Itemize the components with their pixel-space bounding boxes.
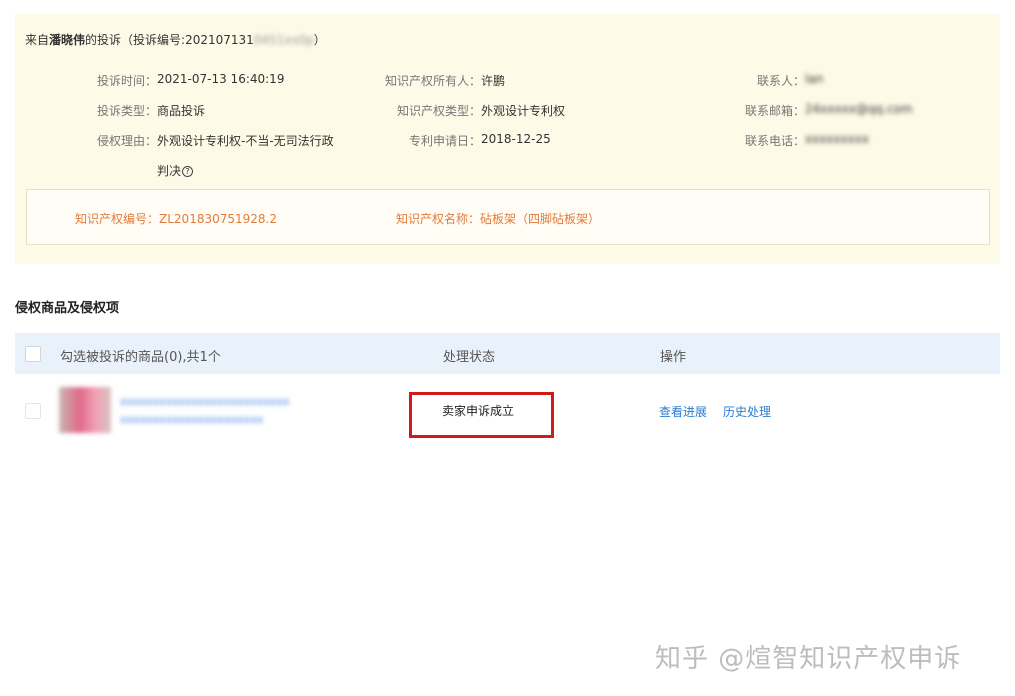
complainant-name: 潘晓伟 (49, 33, 86, 47)
source-close: ） (313, 33, 326, 47)
col-status-header: 处理状态 (443, 350, 496, 365)
ip-owner-label: 知识产权所有人： (384, 74, 481, 88)
complaint-reason-value-cont: 判决? (157, 162, 194, 179)
watermark: 知乎 @煊智知识产权申诉 (655, 644, 962, 674)
product-thumbnail[interactable] (59, 387, 111, 433)
complaint-source-line: 来自潘晓伟的投诉（投诉编号:2021071310451xx0p） (25, 31, 326, 48)
history-link[interactable]: 历史处理 (723, 403, 771, 420)
ip-number-value: ZL201830751928.2 (159, 212, 277, 226)
view-progress-link[interactable]: 查看进展 (659, 403, 707, 420)
source-suffix: 的投诉（投诉编号:202107131 (85, 33, 254, 47)
phone-label: 联系电话： (744, 134, 805, 148)
product-title-line1: xxxxxxxxxxxxxxxxxxxxxxxxxx (120, 395, 290, 408)
contact-label: 联系人： (756, 74, 805, 88)
complaint-time-label: 投诉时间： (96, 74, 157, 88)
row-checkbox[interactable] (25, 403, 41, 419)
col-select-header: 勾选被投诉的商品(0),共1个 (60, 350, 221, 365)
ip-name-label: 知识产权名称： (396, 212, 481, 226)
product-title-link[interactable]: xxxxxxxxxxxxxxxxxxxxxxxxxx xxxxxxxxxxxxx… (120, 393, 320, 429)
complaint-reason-label: 侵权理由： (96, 134, 157, 148)
patent-date-value: 2018-12-25 (481, 132, 551, 146)
table-header: 勾选被投诉的商品(0),共1个 处理状态 操作 (15, 333, 1000, 374)
email-label: 联系邮箱： (744, 104, 805, 118)
ip-number-label: 知识产权编号： (75, 212, 160, 226)
complaint-type-label: 投诉类型： (96, 104, 157, 118)
source-prefix: 来自 (25, 33, 50, 47)
complaint-time-value: 2021-07-13 16:40:19 (157, 72, 285, 86)
ip-name-value: 砧板架（四脚砧板架） (480, 212, 601, 226)
contact-value: lan (805, 72, 824, 86)
ip-type-label: 知识产权类型： (396, 104, 481, 118)
help-icon[interactable]: ? (182, 166, 194, 177)
complaint-info-panel: 来自潘晓伟的投诉（投诉编号:2021071310451xx0p） 投诉时间： 2… (15, 14, 1000, 264)
complaint-reason-value: 外观设计专利权-不当-无司法行政 (157, 134, 334, 148)
col-action-header: 操作 (660, 350, 687, 365)
ip-owner-value: 许鹏 (481, 74, 506, 88)
complaint-id-hidden: 0451xx0p (253, 33, 314, 47)
ip-info-box: 知识产权编号：ZL201830751928.2 知识产权名称：砧板架（四脚砧板架… (26, 189, 990, 245)
complaint-type-value: 商品投诉 (157, 104, 206, 118)
select-all-checkbox[interactable] (25, 346, 41, 362)
ip-number: 知识产权编号：ZL201830751928.2 (75, 210, 277, 227)
section-title: 侵权商品及侵权项 (15, 301, 120, 316)
status-highlight-box (409, 392, 554, 438)
email-value: 24xxxxx@qq.com (805, 102, 913, 116)
ip-name: 知识产权名称：砧板架（四脚砧板架） (396, 210, 600, 227)
complaint-reason-value-line2: 判决 (157, 164, 182, 178)
patent-date-label: 专利申请日： (408, 134, 481, 148)
product-title-line2: xxxxxxxxxxxxxxxxxxxxxx (120, 413, 264, 426)
phone-value: xxxxxxxxx (805, 132, 869, 146)
ip-type-value: 外观设计专利权 (481, 104, 566, 118)
